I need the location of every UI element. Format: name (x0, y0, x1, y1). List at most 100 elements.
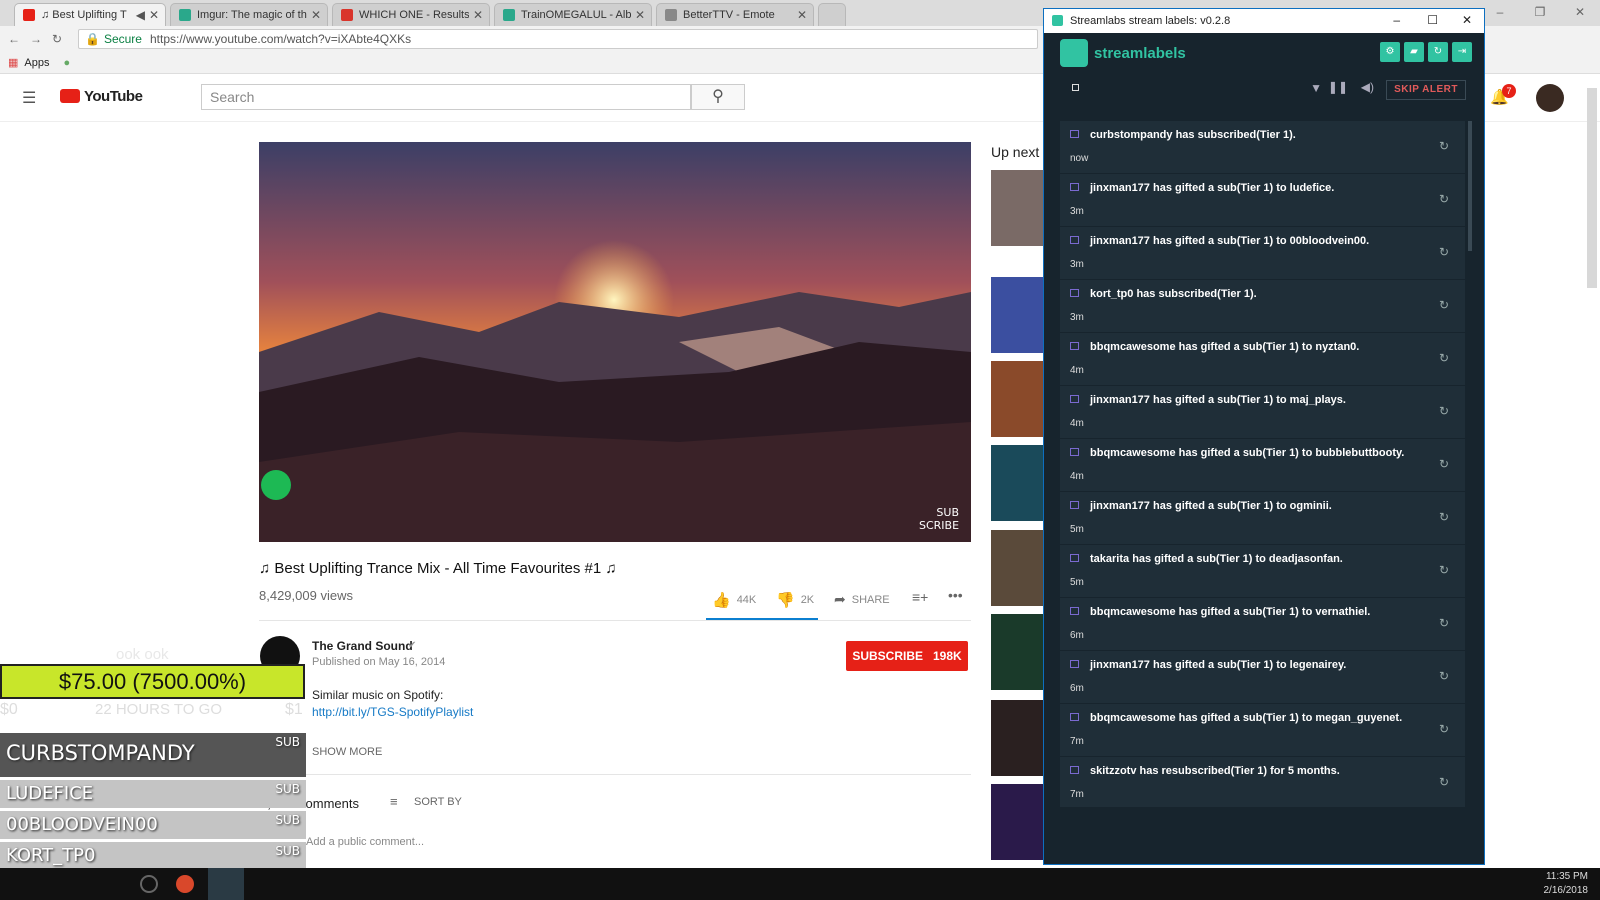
close-icon[interactable]: ✕ (1560, 0, 1600, 26)
event-time: 7m (1070, 736, 1084, 747)
event-row[interactable]: jinxman177 has gifted a sub(Tier 1) to 0… (1060, 227, 1465, 280)
tab-close-icon[interactable]: ✕ (635, 8, 645, 22)
tab-close-icon[interactable]: ✕ (311, 8, 321, 22)
up-next-thumbnail[interactable] (991, 614, 1043, 690)
pause-icon[interactable]: ❚❚ (1328, 80, 1348, 94)
reload-icon[interactable]: ↻ (52, 32, 62, 46)
event-feed[interactable]: curbstompandy has subscribed(Tier 1). now… (1060, 121, 1465, 807)
tab-imgur-album[interactable]: TrainOMEGALUL - Album ✕ (494, 3, 652, 26)
back-icon[interactable]: ← (8, 32, 20, 46)
up-next-thumbnail[interactable] (991, 277, 1043, 353)
event-row[interactable]: takarita has gifted a sub(Tier 1) to dea… (1060, 545, 1465, 598)
repeat-icon[interactable]: ↻ (1439, 404, 1449, 418)
event-row[interactable]: bbqmcawesome has gifted a sub(Tier 1) to… (1060, 439, 1465, 492)
add-to-playlist-icon[interactable]: ≡+ (912, 589, 928, 605)
video-player[interactable]: SUB SCRIBE (259, 142, 971, 542)
chrome-icon[interactable] (176, 875, 194, 893)
up-next-thumbnail[interactable] (991, 530, 1043, 606)
comment-input[interactable]: Add a public comment... (306, 836, 424, 848)
repeat-icon[interactable]: ↻ (1439, 192, 1449, 206)
dislike-button[interactable]: 👎 2K (776, 591, 814, 609)
tab-imgur[interactable]: Imgur: The magic of the ✕ (170, 3, 328, 26)
tab-youtube[interactable]: ♫ Best Uplifting T ◀ ✕ (14, 3, 166, 26)
subscribe-button[interactable]: SUBSCRIBE 198K (846, 641, 968, 671)
search-input[interactable]: Search (201, 84, 691, 110)
repeat-icon[interactable]: ↻ (1439, 139, 1449, 153)
event-row[interactable]: bbqmcawesome has gifted a sub(Tier 1) to… (1060, 333, 1465, 386)
like-button[interactable]: 👍 44K (712, 591, 756, 609)
volume-icon[interactable]: ◀) (1361, 80, 1374, 94)
repeat-icon[interactable]: ↻ (1439, 775, 1449, 789)
logout-icon[interactable]: ⇥ (1452, 42, 1472, 62)
restore-icon[interactable]: ❐ (1520, 0, 1560, 26)
sort-by-button[interactable]: SORT BY (414, 796, 462, 808)
menu-icon[interactable]: ☰ (22, 88, 36, 108)
repeat-icon[interactable]: ↻ (1439, 616, 1449, 630)
event-text: jinxman177 has gifted a sub(Tier 1) to o… (1090, 500, 1332, 512)
streamlabels-titlebar[interactable]: Streamlabs stream labels: v0.2.8 – ☐ ✕ (1044, 9, 1484, 33)
repeat-icon[interactable]: ↻ (1439, 351, 1449, 365)
youtube-logo-icon[interactable] (60, 89, 80, 103)
apps-grid-icon[interactable]: ▦ (8, 56, 18, 69)
repeat-icon[interactable]: ↻ (1439, 457, 1449, 471)
forward-icon[interactable]: → (30, 32, 42, 46)
event-row[interactable]: curbstompandy has subscribed(Tier 1). now… (1060, 121, 1465, 174)
address-bar[interactable]: 🔒 Secure https://www.youtube.com/watch?v… (78, 29, 1038, 49)
event-row[interactable]: jinxman177 has gifted a sub(Tier 1) to l… (1060, 174, 1465, 227)
page-scrollbar[interactable] (1587, 88, 1597, 288)
more-options-icon[interactable]: ••• (948, 587, 963, 603)
event-row[interactable]: bbqmcawesome has gifted a sub(Tier 1) to… (1060, 598, 1465, 651)
spotify-icon[interactable] (261, 470, 291, 500)
event-row[interactable]: jinxman177 has gifted a sub(Tier 1) to m… (1060, 386, 1465, 439)
minimize-icon[interactable]: – (1393, 13, 1400, 27)
skip-alert-button[interactable]: SKIP ALERT (1386, 80, 1466, 100)
repeat-icon[interactable]: ↻ (1439, 510, 1449, 524)
bookmark-icon[interactable]: ● (63, 57, 70, 69)
repeat-icon[interactable]: ↻ (1439, 298, 1449, 312)
channel-name[interactable]: The Grand Sound (312, 639, 413, 653)
repeat-icon[interactable]: ↻ (1439, 669, 1449, 683)
tab-close-icon[interactable]: ✕ (149, 8, 159, 22)
folder-icon[interactable]: ▰ (1404, 42, 1424, 62)
event-row[interactable]: bbqmcawesome has gifted a sub(Tier 1) to… (1060, 704, 1465, 757)
new-tab-button[interactable] (818, 3, 846, 26)
search-button[interactable]: ⚲ (691, 84, 745, 110)
close-icon[interactable]: ✕ (1462, 13, 1472, 27)
share-button[interactable]: ➦ SHARE (834, 591, 890, 608)
up-next-thumbnail[interactable] (991, 170, 1043, 246)
up-next-thumbnail[interactable] (991, 445, 1043, 521)
speaker-icon[interactable]: ◀ (136, 8, 145, 22)
up-next-thumbnail[interactable] (991, 361, 1043, 437)
streamlabels-taskbar-icon[interactable] (208, 868, 244, 900)
bookmark-apps[interactable]: Apps (24, 57, 49, 69)
sub-entry: KORT_TP0 SUB (0, 842, 306, 870)
sort-icon[interactable]: ≡ (390, 794, 398, 809)
up-next-thumbnail[interactable] (991, 784, 1043, 860)
avatar[interactable] (1536, 84, 1564, 112)
event-row[interactable]: skitzzotv has resubscribed(Tier 1) for 5… (1060, 757, 1465, 807)
checkbox-icon[interactable] (1072, 84, 1079, 91)
youtube-logo-text[interactable]: YouTube (84, 88, 143, 105)
up-next-thumbnail[interactable] (991, 700, 1043, 776)
event-row[interactable]: jinxman177 has gifted a sub(Tier 1) to o… (1060, 492, 1465, 545)
repeat-icon[interactable]: ↻ (1439, 563, 1449, 577)
event-row[interactable]: kort_tp0 has subscribed(Tier 1). 3m ↻ (1060, 280, 1465, 333)
tab-close-icon[interactable]: ✕ (797, 8, 807, 22)
tab-close-icon[interactable]: ✕ (473, 8, 483, 22)
feed-scrollbar[interactable] (1468, 121, 1472, 251)
event-time: 4m (1070, 418, 1084, 429)
maximize-icon[interactable]: ☐ (1427, 13, 1438, 27)
minimize-icon[interactable]: – (1480, 0, 1520, 26)
repeat-icon[interactable]: ↻ (1439, 722, 1449, 736)
event-row[interactable]: jinxman177 has gifted a sub(Tier 1) to l… (1060, 651, 1465, 704)
repeat-icon[interactable]: ↻ (1439, 245, 1449, 259)
filter-icon[interactable]: ▼ (1310, 81, 1322, 95)
app-icon[interactable] (140, 875, 158, 893)
tab-betterttv[interactable]: BetterTTV - Emote ✕ (656, 3, 814, 26)
refresh-icon[interactable]: ↻ (1428, 42, 1448, 62)
show-more-button[interactable]: SHOW MORE (312, 746, 382, 758)
publish-date: Published on May 16, 2014 (312, 656, 446, 668)
tab-strawpoll[interactable]: WHICH ONE - Results - ✕ (332, 3, 490, 26)
settings-icon[interactable]: ⚙ (1380, 42, 1400, 62)
description-link[interactable]: http://bit.ly/TGS-SpotifyPlaylist (312, 705, 473, 719)
